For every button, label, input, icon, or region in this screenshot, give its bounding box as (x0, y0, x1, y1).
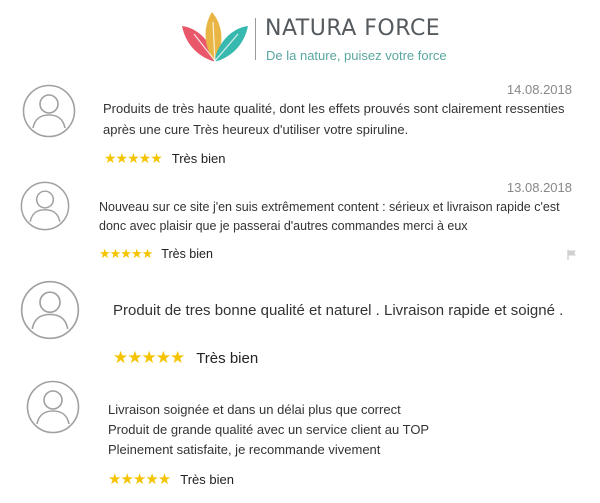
logo-divider (255, 18, 256, 60)
brand-tagline: De la nature, puisez votre force (266, 48, 447, 63)
avatar (20, 181, 70, 231)
review-item: Produit de tres bonne qualité et naturel… (0, 278, 600, 373)
review-text-line: Pleinement satisfaite, je recommande viv… (108, 442, 381, 457)
rating-stars: ★★★★★ (113, 348, 185, 367)
avatar (22, 84, 76, 138)
leaves-icon (182, 12, 248, 63)
brand-name: NATURA FORCE (265, 16, 441, 41)
review-text-line: Nouveau sur ce site j'en suis extrêmemen… (99, 200, 560, 214)
review-text-line: donc avec plaisir que je passerai d'autr… (99, 219, 468, 233)
user-icon (22, 84, 76, 138)
review-rating: ★★★★★ Très bien (104, 150, 225, 167)
rating-stars: ★★★★★ (104, 150, 163, 166)
rating-label: Très bien (180, 471, 234, 487)
review-date: 13.08.2018 (506, 180, 572, 195)
review-rating: ★★★★★ Très bien (113, 348, 258, 368)
review-text-line: Livraison soignée et dans un délai plus … (108, 402, 401, 417)
review-rating: ★★★★★ Très bien (99, 246, 213, 262)
user-icon (20, 181, 70, 231)
review-text-line: après une cure Très heureux d'utiliser v… (103, 122, 409, 137)
user-icon (26, 380, 80, 434)
review-item: 14.08.2018 Produits de très haute qualit… (0, 80, 600, 175)
user-icon (20, 280, 80, 340)
review-item: Livraison soignée et dans un délai plus … (0, 378, 600, 498)
review-rating: ★★★★★ Très bien (108, 470, 234, 488)
brand-logo: NATURA FORCE De la nature, puisez votre … (180, 8, 447, 68)
review-text-line: Produit de tres bonne qualité et naturel… (113, 302, 564, 319)
rating-stars: ★★★★★ (108, 471, 171, 488)
report-flag-icon[interactable] (566, 248, 578, 266)
review-text-line: Produits de très haute qualité, dont les… (103, 101, 565, 116)
rating-label: Très bien (161, 247, 213, 261)
review-item: 13.08.2018 Nouveau sur ce site j'en suis… (0, 178, 600, 270)
review-date: 14.08.2018 (506, 82, 572, 97)
rating-label: Très bien (171, 151, 226, 166)
avatar (20, 280, 80, 340)
rating-stars: ★★★★★ (99, 246, 153, 261)
review-text-line: Produit de grande qualité avec un servic… (108, 422, 430, 437)
rating-label: Très bien (196, 349, 259, 367)
avatar (26, 380, 80, 434)
